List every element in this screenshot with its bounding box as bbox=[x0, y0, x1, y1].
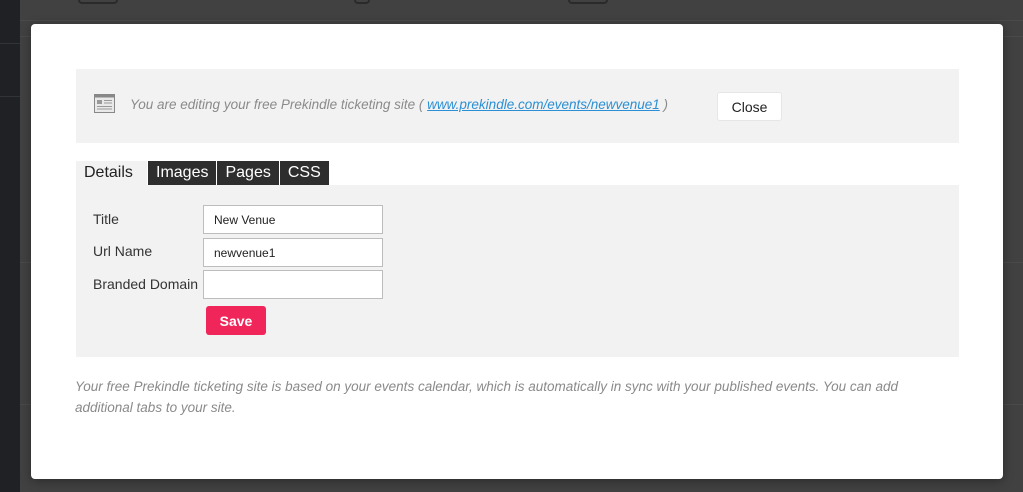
tab-pages[interactable]: Pages bbox=[217, 161, 279, 185]
branded-domain-label: Branded Domain bbox=[93, 276, 199, 292]
url-name-input[interactable] bbox=[203, 238, 383, 267]
background-sidebar bbox=[0, 0, 20, 492]
notice-text: You are editing your free Prekindle tick… bbox=[130, 97, 668, 112]
webpage-icon bbox=[94, 94, 115, 113]
tab-bar: Details Images Pages CSS bbox=[76, 161, 329, 185]
editing-notice: You are editing your free Prekindle tick… bbox=[76, 69, 959, 143]
notice-suffix: ) bbox=[659, 97, 669, 112]
tab-css[interactable]: CSS bbox=[279, 161, 329, 185]
branded-domain-input[interactable] bbox=[203, 270, 383, 299]
title-label: Title bbox=[93, 211, 119, 227]
site-url-link[interactable]: www.prekindle.com/events/newvenue1 bbox=[427, 97, 660, 112]
url-name-label: Url Name bbox=[93, 243, 153, 259]
title-input[interactable] bbox=[203, 205, 383, 234]
save-button[interactable]: Save bbox=[206, 306, 266, 335]
edit-site-modal: You are editing your free Prekindle tick… bbox=[31, 24, 1003, 479]
tab-images[interactable]: Images bbox=[148, 161, 217, 185]
notice-prefix: You are editing your free Prekindle tick… bbox=[130, 97, 428, 112]
tab-details[interactable]: Details bbox=[76, 161, 147, 185]
close-button[interactable]: Close bbox=[717, 92, 782, 121]
details-form: Title Url Name Branded Domain Save bbox=[76, 185, 959, 357]
footer-description: Your free Prekindle ticketing site is ba… bbox=[75, 379, 898, 415]
